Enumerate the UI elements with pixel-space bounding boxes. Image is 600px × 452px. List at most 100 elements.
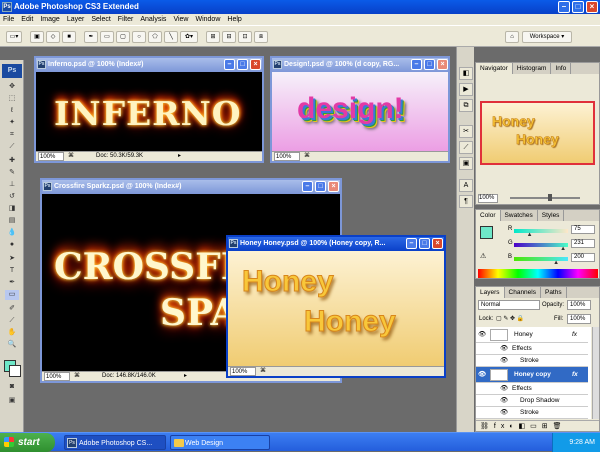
zoom-tool-icon[interactable]: 🔍 (5, 340, 19, 350)
honey-close-button[interactable]: × (432, 238, 443, 249)
pen-icon[interactable]: ✒ (84, 31, 98, 43)
clock[interactable]: 9:28 AM (569, 439, 595, 446)
intersect-icon[interactable]: ⊡ (238, 31, 252, 43)
g-value[interactable]: 231 (571, 239, 595, 248)
lock-icons[interactable]: ▢ ✎ ✥ 🔒 (496, 314, 524, 324)
status-icon[interactable]: ⌘ (304, 152, 310, 161)
stroke-eye-icon[interactable]: 👁 (500, 407, 508, 419)
dodge-tool-icon[interactable]: ● (5, 240, 19, 250)
stroke-row[interactable]: 👁 Stroke (476, 355, 588, 367)
panel-character-icon[interactable]: A (459, 179, 473, 192)
stroke-eye-icon[interactable]: 👁 (500, 355, 508, 367)
crossfire-zoom[interactable]: 100% (44, 372, 70, 381)
menu-select[interactable]: Select (91, 14, 110, 25)
bridge-icon[interactable]: ⌂ (505, 31, 519, 43)
tab-info[interactable]: Info (551, 63, 572, 74)
status-arrow-icon[interactable]: ▸ (184, 372, 187, 381)
b-value[interactable]: 200 (571, 253, 595, 262)
tab-paths[interactable]: Paths (541, 287, 567, 298)
crossfire-close-button[interactable]: × (328, 181, 339, 192)
r-value[interactable]: 75 (571, 225, 595, 234)
layers-bottom-bar[interactable]: ⛓fx◐◧▭⊞🗑 (476, 420, 599, 431)
visibility-eye-icon[interactable]: 👁 (478, 327, 486, 343)
inferno-title-bar[interactable]: Ps Inferno.psd @ 100% (Index#) – □ × (36, 58, 262, 72)
workspace-button[interactable]: Workspace ▾ (522, 31, 572, 43)
panel-clone-icon[interactable]: ⧉ (459, 99, 473, 112)
add-icon[interactable]: ⊞ (206, 31, 220, 43)
design-minimize-button[interactable]: – (411, 59, 422, 70)
fill-input[interactable]: 100% (567, 314, 591, 324)
taskbar-photoshop[interactable]: Ps Adobe Photoshop CS... (64, 435, 166, 450)
layer-row-honey-copy[interactable]: 👁 Honey copy fx (476, 367, 588, 383)
rectangle-icon[interactable]: ▭ (100, 31, 114, 43)
gradient-tool-icon[interactable]: ▤ (5, 216, 19, 226)
design-title-bar[interactable]: Ps Design!.psd @ 100% (d copy, RG... – □… (272, 58, 448, 72)
polygon-icon[interactable]: ⬠ (148, 31, 162, 43)
magic-wand-icon[interactable]: ✦ (5, 118, 19, 128)
subtract-icon[interactable]: ⊟ (222, 31, 236, 43)
status-icon[interactable]: ⌘ (260, 367, 266, 376)
r-slider[interactable] (514, 229, 568, 233)
panel-tools-icon[interactable]: ✂ (459, 125, 473, 138)
design-zoom[interactable]: 100% (274, 152, 300, 161)
status-icon[interactable]: ⌘ (68, 152, 74, 161)
tool-preset-picker[interactable]: ▭▾ (6, 31, 22, 43)
menu-edit[interactable]: Edit (21, 14, 33, 25)
background-color-swatch[interactable] (9, 365, 21, 377)
eraser-icon[interactable]: ◨ (5, 204, 19, 214)
tab-swatches[interactable]: Swatches (501, 210, 538, 221)
ellipse-icon[interactable]: ○ (132, 31, 146, 43)
minimize-button[interactable]: – (558, 1, 570, 13)
fill-pixels-icon[interactable]: ■ (62, 31, 76, 43)
marquee-tool-icon[interactable]: ⬚ (5, 94, 19, 104)
effects-eye-icon[interactable]: 👁 (500, 343, 508, 355)
warning-icon[interactable]: ⚠ (480, 252, 486, 260)
notes-tool-icon[interactable]: ✐ (5, 304, 19, 314)
paths-icon[interactable]: ◇ (46, 31, 60, 43)
crop-tool-icon[interactable]: ⌗ (5, 130, 19, 140)
menu-filter[interactable]: Filter (118, 14, 134, 25)
design-close-button[interactable]: × (437, 59, 448, 70)
type-tool-icon[interactable]: T (5, 266, 19, 276)
status-arrow-icon[interactable]: ▸ (178, 152, 181, 161)
design-maximize-button[interactable]: □ (424, 59, 435, 70)
menu-file[interactable]: File (3, 14, 14, 25)
effects-eye-icon[interactable]: 👁 (500, 383, 508, 395)
inferno-close-button[interactable]: × (250, 59, 261, 70)
rounded-rect-icon[interactable]: ▢ (116, 31, 130, 43)
panel-actions-icon[interactable]: ▶ (459, 83, 473, 96)
honey-canvas[interactable]: Honey Honey (228, 251, 444, 366)
honey-maximize-button[interactable]: □ (419, 238, 430, 249)
status-icon[interactable]: ⌘ (74, 372, 80, 381)
panel-brush-icon[interactable]: ⟋ (459, 141, 473, 154)
taskbar-web-design[interactable]: Web Design (170, 435, 270, 450)
menu-window[interactable]: Window (195, 14, 220, 25)
start-button[interactable]: start (0, 433, 55, 452)
panel-paragraph-icon[interactable]: ¶ (459, 195, 473, 208)
inferno-minimize-button[interactable]: – (224, 59, 235, 70)
clone-stamp-icon[interactable]: ⊥ (5, 180, 19, 190)
hand-tool-icon[interactable]: ✋ (5, 328, 19, 338)
menu-help[interactable]: Help (227, 14, 241, 25)
crossfire-title-bar[interactable]: Ps Crossfire Sparkz.psd @ 100% (Index#) … (42, 180, 340, 194)
b-slider[interactable] (514, 257, 568, 261)
layers-scrollbar[interactable] (592, 327, 599, 419)
opacity-input[interactable]: 100% (567, 300, 591, 310)
b-slider-handle[interactable]: ▲ (553, 260, 559, 266)
move-tool-icon[interactable]: ✥ (5, 82, 19, 92)
honey-title-bar[interactable]: Ps Honey Honey.psd @ 100% (Honey copy, R… (228, 237, 444, 251)
close-button[interactable]: × (586, 1, 598, 13)
navigator-slider-handle[interactable] (548, 194, 552, 201)
crossfire-maximize-button[interactable]: □ (315, 181, 326, 192)
tab-histogram[interactable]: Histogram (513, 63, 552, 74)
path-select-icon[interactable]: ➤ (5, 254, 19, 264)
stroke-row[interactable]: 👁 Stroke (476, 407, 588, 419)
visibility-eye-icon[interactable]: 👁 (478, 367, 486, 383)
navigator-zoom-slider[interactable] (510, 197, 580, 199)
drop-shadow-row[interactable]: 👁 Drop Shadow (476, 395, 588, 407)
eyedropper-icon[interactable]: ⟋ (5, 142, 19, 152)
layer-row-honey[interactable]: 👁 Honey fx (476, 327, 588, 343)
fx-icon[interactable]: fx (572, 327, 577, 343)
r-slider-handle[interactable]: ▲ (527, 232, 533, 238)
exclude-icon[interactable]: ⧈ (254, 31, 268, 43)
